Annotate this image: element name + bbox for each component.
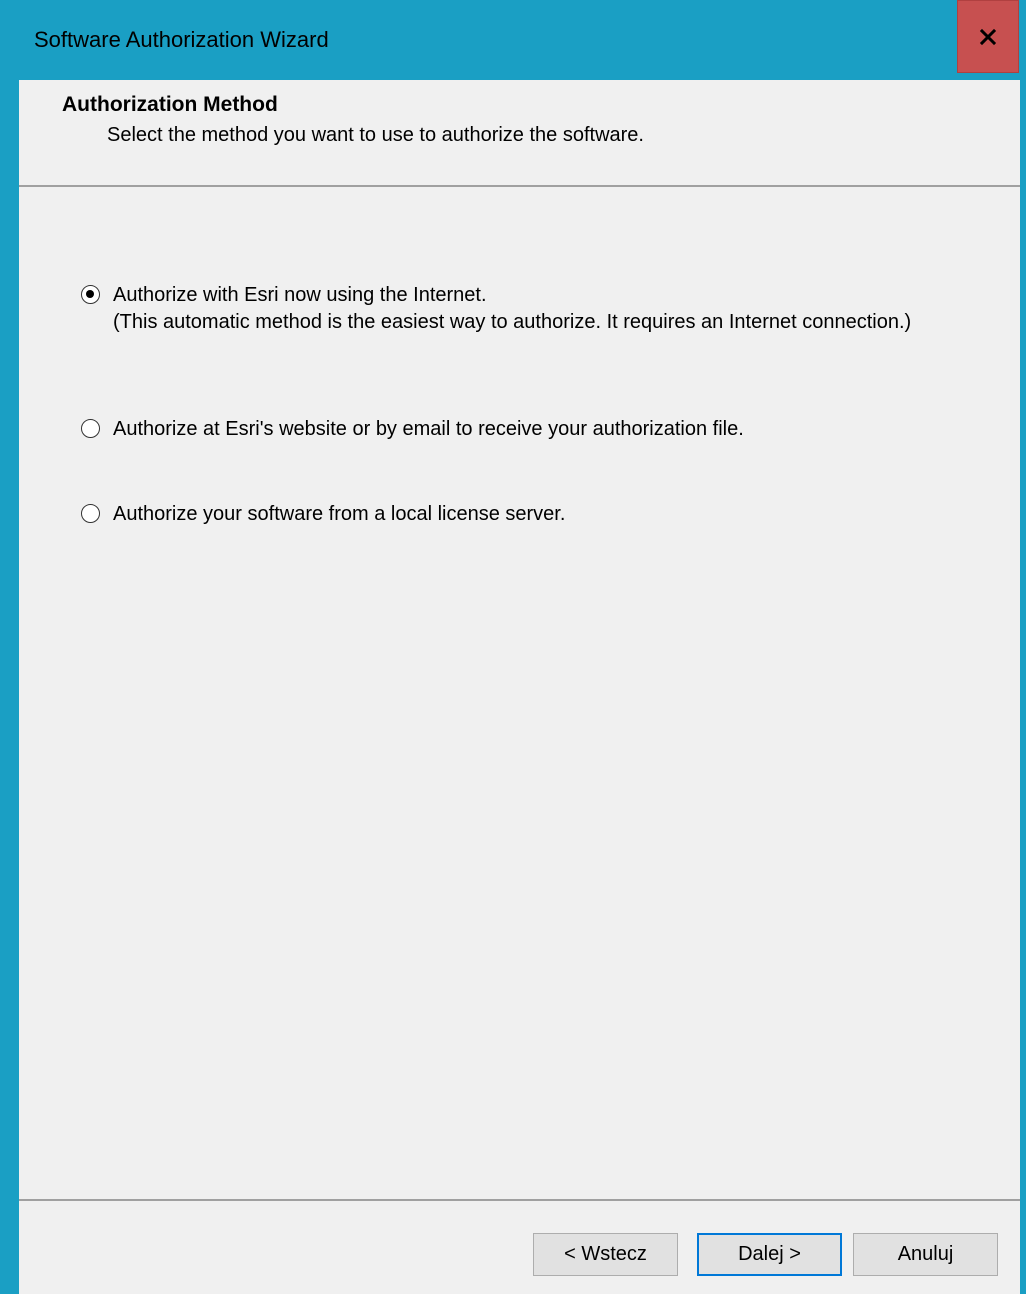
radio-button-website-email[interactable] xyxy=(81,419,100,438)
close-icon xyxy=(979,28,997,45)
radio-label-internet: Authorize with Esri now using the Intern… xyxy=(113,282,911,336)
radio-option-license-server[interactable]: Authorize your software from a local lic… xyxy=(81,501,565,528)
radio-option-website-email[interactable]: Authorize at Esri's website or by email … xyxy=(81,416,744,443)
wizard-window: Software Authorization Wizard Authorizat… xyxy=(0,0,1026,1294)
radio-label-website-email-line1: Authorize at Esri's website or by email … xyxy=(113,418,744,440)
radio-button-license-server[interactable] xyxy=(81,504,100,523)
radio-label-internet-line2: (This automatic method is the easiest wa… xyxy=(113,311,912,333)
content-panel: Authorize with Esri now using the Intern… xyxy=(19,187,1020,1201)
radio-label-website-email: Authorize at Esri's website or by email … xyxy=(113,416,744,443)
window-title: Software Authorization Wizard xyxy=(34,27,329,52)
cancel-button[interactable]: Anuluj xyxy=(853,1233,998,1276)
close-button[interactable] xyxy=(957,0,1019,73)
radio-label-license-server: Authorize your software from a local lic… xyxy=(113,501,565,528)
radio-button-internet[interactable] xyxy=(81,285,100,304)
radio-label-license-server-line1: Authorize your software from a local lic… xyxy=(113,503,566,525)
back-button[interactable]: < Wstecz xyxy=(533,1233,678,1276)
radio-option-internet[interactable]: Authorize with Esri now using the Intern… xyxy=(81,282,911,336)
footer-panel: < Wstecz Dalej > Anuluj xyxy=(19,1201,1020,1294)
page-subtitle: Select the method you want to use to aut… xyxy=(107,124,644,146)
next-button[interactable]: Dalej > xyxy=(697,1233,842,1276)
header-panel: Authorization Method Select the method y… xyxy=(19,80,1020,187)
radio-label-internet-line1: Authorize with Esri now using the Intern… xyxy=(113,284,487,306)
page-title: Authorization Method xyxy=(62,93,278,116)
title-bar[interactable]: Software Authorization Wizard xyxy=(0,0,1026,80)
